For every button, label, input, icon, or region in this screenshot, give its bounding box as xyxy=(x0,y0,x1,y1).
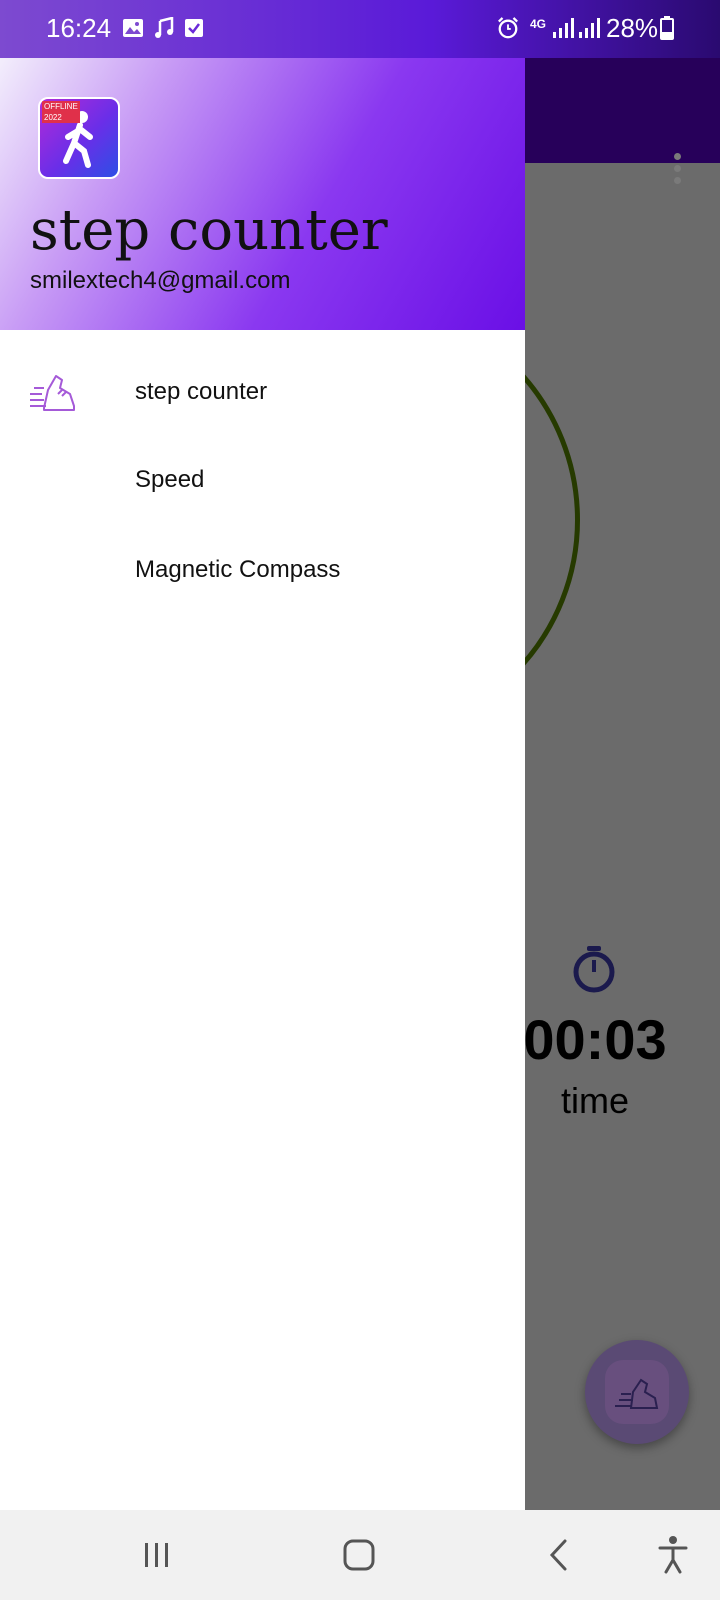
stopwatch-icon xyxy=(573,946,615,993)
accessibility-icon[interactable] xyxy=(648,1530,698,1580)
drawer-app-title: step counter xyxy=(30,198,388,263)
nav-item-step-counter[interactable]: step counter xyxy=(0,350,525,438)
signal-icon xyxy=(553,18,574,38)
battery-icon xyxy=(660,16,674,40)
nav-item-label: step counter xyxy=(135,378,268,405)
home-icon[interactable] xyxy=(334,1530,384,1580)
shoe-icon xyxy=(30,375,75,411)
music-note-icon xyxy=(155,17,174,38)
status-time: 16:24 xyxy=(46,13,112,43)
alarm-icon xyxy=(498,17,518,39)
elapsed-time-label: time xyxy=(560,1080,629,1121)
signal-icon xyxy=(579,18,600,38)
checkbox-icon xyxy=(185,19,203,37)
drawer-header: OFFLINE 2022 step counter smilextech4@gma… xyxy=(0,58,525,330)
nav-item-label: Magnetic Compass xyxy=(135,556,341,583)
back-icon[interactable] xyxy=(535,1530,585,1580)
navigation-drawer: OFFLINE 2022 step counter smilextech4@gma… xyxy=(0,58,525,1510)
start-walk-fab[interactable] xyxy=(585,1340,689,1444)
status-bar: 16:24 4G 28% xyxy=(0,0,720,58)
app-logo: OFFLINE 2022 xyxy=(38,97,120,179)
offline-badge: OFFLINE 2022 xyxy=(42,101,80,123)
system-navigation-bar xyxy=(0,1510,720,1600)
shoe-icon xyxy=(615,1378,659,1409)
battery-percent: 28% xyxy=(606,13,659,43)
recent-apps-icon[interactable] xyxy=(132,1530,182,1580)
nav-item-speed[interactable]: Speed xyxy=(0,438,525,526)
network-type: 4G xyxy=(530,17,547,31)
nav-item-magnetic-compass[interactable]: Magnetic Compass xyxy=(0,528,525,616)
image-icon xyxy=(123,19,143,37)
nav-item-label: Speed xyxy=(135,466,205,493)
elapsed-time-value: 00:03 xyxy=(523,1008,667,1071)
overflow-menu-icon[interactable] xyxy=(674,153,682,187)
drawer-email: smilextech4@gmail.com xyxy=(30,267,291,294)
